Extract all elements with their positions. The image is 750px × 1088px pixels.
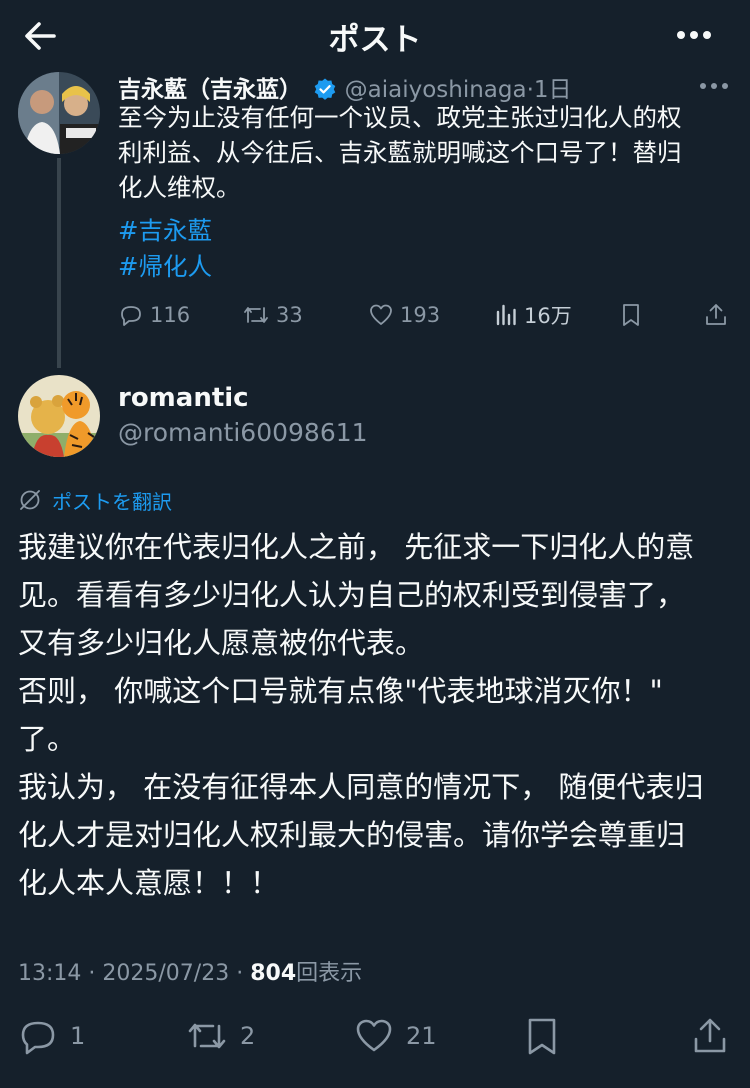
post-meta: 13:14 · 2025/07/23 · 804回表示 — [18, 955, 362, 987]
like-icon — [356, 1019, 392, 1052]
bookmark-icon — [623, 304, 639, 326]
more-icon — [700, 83, 728, 89]
page-title: ポスト — [328, 22, 422, 58]
like-count: 193 — [400, 303, 441, 327]
more-icon — [677, 31, 711, 39]
like-icon — [370, 304, 392, 325]
bookmark-button[interactable] — [525, 1015, 559, 1057]
repost-count: 2 — [240, 1022, 256, 1050]
repost-count: 33 — [276, 303, 303, 327]
views-icon — [496, 304, 516, 326]
text-line: 又有多少归化人愿意被你代表。 — [18, 626, 425, 660]
text-line: 至今为止没有任何一个议员、政党主张过归化人的权 — [118, 103, 682, 132]
repost-icon — [188, 1023, 226, 1049]
text-line: 利利益、从今往后、吉永藍就明喊这个口号了！替归 — [118, 138, 682, 167]
parent-avatar[interactable] — [18, 72, 100, 154]
thread-line — [57, 158, 61, 368]
parent-bookmark-button[interactable] — [620, 300, 642, 330]
reply-tweet-text: 我建议你在代表归化人之前， 先征求一下归化人的意 见。看看有多少归化人认为自己的… — [18, 523, 733, 907]
parent-share-button[interactable] — [704, 300, 728, 330]
text-line: 化人本人意愿！！！ — [18, 866, 280, 900]
text-line: 我建议你在代表归化人之前， 先征求一下归化人的意 — [18, 530, 695, 564]
more-options-button[interactable] — [672, 20, 716, 50]
translate-label[interactable]: ポストを翻訳 — [52, 486, 172, 515]
text-line: 化人维权。 — [118, 173, 241, 202]
post-date[interactable]: 2025/07/23 — [102, 961, 229, 986]
text-line: 我认为， 在没有征得本人同意的情况下， 随便代表归 — [18, 770, 704, 804]
parent-views-button[interactable]: 16万 — [494, 300, 572, 330]
reply-count: 1 — [70, 1022, 86, 1050]
share-icon — [706, 304, 726, 325]
repost-icon — [244, 307, 268, 323]
reply-avatar[interactable] — [18, 375, 100, 457]
text-line: 否则， 你喊这个口号就有点像"代表地球消灭你！" — [18, 674, 663, 708]
parent-tweet-text: 至今为止没有任何一个议员、政党主张过归化人的权 利利益、从今往后、吉永藍就明喊这… — [118, 100, 730, 205]
share-icon — [694, 1018, 726, 1053]
translate-post-link[interactable]: ポストを翻訳 — [18, 485, 172, 515]
parent-more-button[interactable] — [698, 80, 730, 92]
parent-repost-button[interactable]: 33 — [242, 300, 303, 330]
repost-button[interactable]: 2 — [186, 1015, 255, 1057]
like-count: 21 — [406, 1022, 437, 1050]
reply-count: 116 — [150, 303, 191, 327]
separator-dot: · — [236, 961, 244, 986]
parent-reply-button[interactable]: 116 — [118, 300, 190, 330]
hashtag-link[interactable]: #帰化人 — [118, 248, 212, 283]
reply-icon — [121, 306, 141, 326]
share-button[interactable] — [692, 1015, 728, 1057]
translate-icon — [20, 490, 40, 510]
reply-display-name[interactable]: romantic — [118, 383, 249, 413]
view-count: 16万 — [524, 304, 572, 328]
separator-dot: · — [88, 961, 96, 986]
parent-header: 吉永藍（吉永蓝） @aiaiyoshinaga·1日 — [118, 70, 572, 104]
text-line: 见。看看有多少归化人认为自己的权利受到侵害了， — [18, 578, 686, 612]
hashtag-link[interactable]: #吉永藍 — [118, 212, 212, 247]
parent-like-button[interactable]: 193 — [368, 300, 440, 330]
like-button[interactable]: 21 — [354, 1015, 437, 1057]
verified-badge-icon — [313, 77, 337, 101]
view-count: 804 — [250, 961, 297, 986]
reply-handle[interactable]: @romanti60098611 — [118, 418, 368, 447]
reply-icon — [21, 1021, 55, 1055]
bookmark-icon — [528, 1018, 556, 1055]
text-line: 了。 — [18, 722, 77, 756]
view-label: 回表示 — [296, 961, 363, 986]
post-time[interactable]: 13:14 — [18, 961, 81, 986]
reply-button[interactable]: 1 — [18, 1015, 85, 1057]
text-line: 化人才是对归化人权利最大的侵害。请你学会尊重归 — [18, 818, 686, 852]
